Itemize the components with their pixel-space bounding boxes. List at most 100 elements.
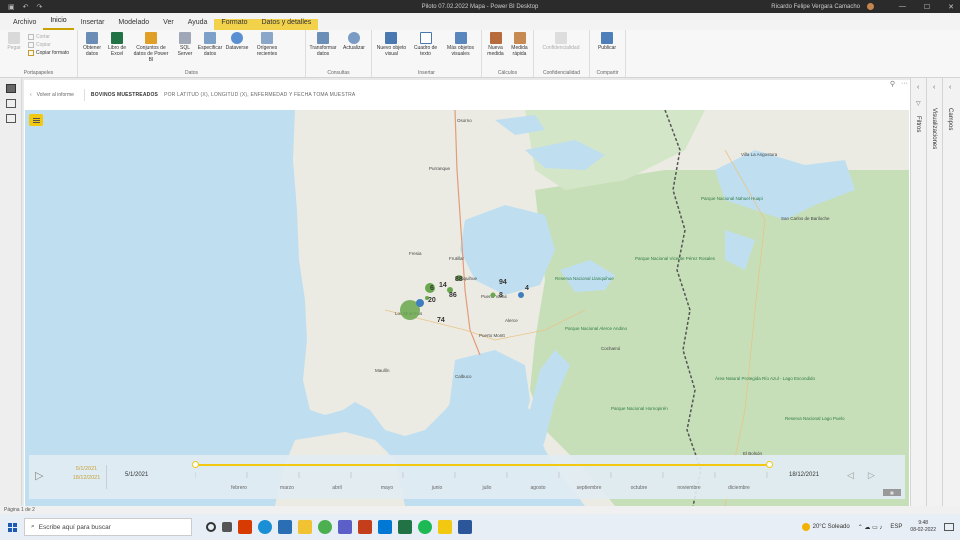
powerbi-datasets-button[interactable]: Conjuntos de datos de Power BI <box>131 32 171 63</box>
bubble-label: 94 <box>499 279 507 286</box>
chevron-left-icon[interactable]: ‹ <box>933 84 935 91</box>
file-explorer-icon[interactable] <box>298 520 312 534</box>
get-data-button[interactable]: Obtener datos <box>81 32 103 58</box>
map-bubble[interactable] <box>518 292 524 298</box>
play-icon[interactable]: ▷ <box>35 469 49 485</box>
filter-icon[interactable]: ⚲ <box>890 80 895 88</box>
paste-button[interactable]: Pegar <box>3 32 25 52</box>
cut-icon <box>28 34 34 40</box>
minimize-icon[interactable]: — <box>899 3 906 11</box>
tab-formato[interactable]: Formato <box>214 19 255 30</box>
fields-pane-label[interactable]: Campos <box>947 108 953 130</box>
timeline-months: febrero marzo abril mayo junio julio ago… <box>195 485 769 493</box>
back-to-report-button[interactable]: ‹ Volver al informe <box>30 89 85 101</box>
visualizations-pane-label[interactable]: Visualizaciones <box>931 108 937 149</box>
city-label: Calbuco <box>455 374 472 379</box>
sensitivity-button[interactable]: Confidencialidad <box>537 32 585 52</box>
sql-server-button[interactable]: SQL Server <box>174 32 196 58</box>
bubble-label: 88 <box>455 276 463 283</box>
tab-datos-detalles[interactable]: Datos y detalles <box>254 19 319 30</box>
powerbi-taskbar-icon[interactable] <box>438 520 452 534</box>
text-box-button[interactable]: Cuadro de texto <box>411 32 440 58</box>
menu-tabs: Archivo Inicio Insertar Modelado Ver Ayu… <box>0 13 960 30</box>
more-visuals-button[interactable]: Más objetos visuales <box>443 32 478 58</box>
recent-sources-button[interactable]: Orígenes recientes <box>253 32 281 58</box>
transform-data-button[interactable]: Transformar datos <box>309 32 337 58</box>
new-measure-button[interactable]: Nueva medida <box>485 32 506 58</box>
dataverse-button[interactable]: Dataverse <box>224 32 250 52</box>
language-indicator[interactable]: ESP <box>890 524 902 530</box>
excel-taskbar-icon[interactable] <box>398 520 412 534</box>
city-label: Cochamó <box>601 346 621 351</box>
start-button[interactable] <box>0 522 24 532</box>
group-datos: Obtener datos Libro de Excel Conjuntos d… <box>78 30 306 77</box>
sensitivity-label: Confidencialidad <box>542 45 580 51</box>
notification-icon[interactable] <box>944 523 954 531</box>
refresh-button[interactable]: Actualizar <box>340 32 368 52</box>
map-bubble[interactable] <box>490 292 496 298</box>
cut-button[interactable]: Cortar <box>28 34 69 40</box>
close-icon[interactable]: ✕ <box>948 3 954 11</box>
map-bubble[interactable] <box>416 299 424 307</box>
excel-button[interactable]: Libro de Excel <box>106 32 128 58</box>
model-view-icon[interactable] <box>5 114 16 123</box>
filters-pane-label[interactable]: Filtros <box>915 116 921 132</box>
timeline-start-handle[interactable] <box>192 461 199 468</box>
teams-icon[interactable] <box>338 520 352 534</box>
more-options-icon[interactable]: ··· <box>901 80 908 88</box>
visual-header-icons: ⚲ ··· <box>890 80 908 88</box>
avatar[interactable] <box>867 3 874 10</box>
window-controls: — ☐ ✕ <box>899 3 954 11</box>
edge-icon[interactable] <box>258 520 272 534</box>
office-icon[interactable] <box>238 520 252 534</box>
dataverse-icon <box>231 32 243 44</box>
timeline-ticks <box>195 472 768 478</box>
map-visual[interactable]: Osorno Purranque Frutillar Llanquihue Pu… <box>25 110 909 506</box>
taskbar-search[interactable]: ⌕ Escribe aquí para buscar <box>24 518 192 536</box>
map-canvas[interactable]: Osorno Purranque Frutillar Llanquihue Pu… <box>25 110 909 506</box>
format-painter-button[interactable]: Copiar formato <box>28 50 69 56</box>
tab-ayuda[interactable]: Ayuda <box>181 19 215 30</box>
tab-ver[interactable]: Ver <box>156 19 181 30</box>
step-back-icon[interactable]: ◁ <box>847 470 854 481</box>
powerpoint-icon[interactable] <box>358 520 372 534</box>
cortana-icon[interactable] <box>206 522 216 532</box>
visualizations-pane[interactable]: ‹ Visualizaciones <box>926 78 942 506</box>
word-icon[interactable] <box>458 520 472 534</box>
data-view-icon[interactable] <box>5 99 16 108</box>
user-name[interactable]: Ricardo Felipe Vergara Camacho <box>771 4 860 10</box>
timeline-end-handle[interactable] <box>766 461 773 468</box>
timeline-track[interactable] <box>195 464 769 466</box>
quick-measure-button[interactable]: Medida rápida <box>509 32 530 58</box>
status-bar: Página 1 de 2 <box>0 506 960 514</box>
map-menu-button[interactable] <box>29 114 43 126</box>
step-forward-icon[interactable]: ▷ <box>868 470 875 481</box>
chevron-left-icon[interactable]: ‹ <box>949 84 951 91</box>
recent-sources-icon <box>261 32 273 44</box>
bubble-label: 6 <box>430 285 434 292</box>
tab-insertar[interactable]: Insertar <box>74 19 112 30</box>
tab-modelado[interactable]: Modelado <box>111 19 156 30</box>
spotify-icon[interactable] <box>418 520 432 534</box>
publish-button[interactable]: Publicar <box>593 32 621 52</box>
clock[interactable]: 9:48 08-02-2022 <box>910 520 936 534</box>
tray-icons[interactable]: ⌃ ☁ ▭ ♪ <box>858 524 883 531</box>
chevron-left-icon[interactable]: ‹ <box>917 84 919 91</box>
park-label: Reserva Nacional Llanquihue <box>555 276 614 281</box>
weather-widget[interactable]: 20°C Soleado <box>801 523 850 531</box>
bubble-label: 4 <box>525 285 529 292</box>
task-view-icon[interactable] <box>222 522 232 532</box>
new-visual-button[interactable]: Nuevo objeto visual <box>375 32 408 58</box>
copy-button[interactable]: Copiar <box>28 42 69 48</box>
chrome-icon[interactable] <box>318 520 332 534</box>
mail-icon[interactable] <box>278 520 292 534</box>
tab-archivo[interactable]: Archivo <box>6 19 43 30</box>
tab-inicio[interactable]: Inicio <box>43 17 74 30</box>
outlook-icon[interactable] <box>378 520 392 534</box>
fields-pane[interactable]: ‹ Campos <box>942 78 960 506</box>
maximize-icon[interactable]: ☐ <box>924 3 930 11</box>
filters-pane[interactable]: ‹ ▽ Filtros <box>910 78 926 506</box>
enter-data-button[interactable]: Especificar datos <box>198 32 222 58</box>
visual-title: BOVINOS MUESTREADOS <box>90 92 159 98</box>
report-view-icon[interactable] <box>5 84 16 93</box>
